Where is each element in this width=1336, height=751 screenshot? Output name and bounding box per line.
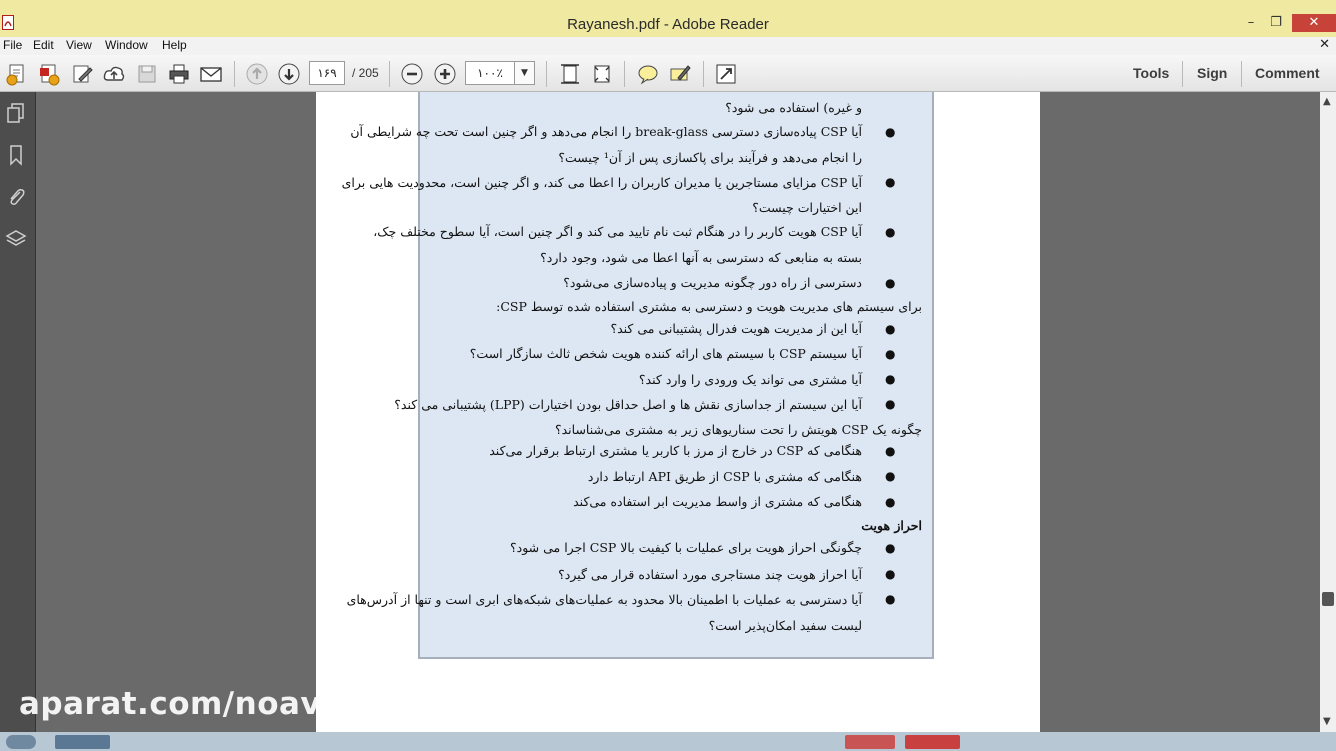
text-line: آیا این از مدیریت هویت فدرال پشتیبانی می…: [610, 321, 862, 336]
toolbar-separator: [546, 61, 547, 87]
next-page-icon[interactable]: [277, 62, 301, 86]
aparat-watermark: aparat.com/noava: [19, 686, 343, 722]
toolbar: ۱۶۹ / 205 ۱۰۰٪ ▼ Tools Sign Comment: [0, 55, 1336, 92]
bullet-icon: ●: [885, 541, 896, 555]
bullet-icon: ●: [885, 225, 896, 239]
export-pdf-icon[interactable]: [37, 62, 61, 86]
taskbar-app[interactable]: [55, 735, 110, 749]
scroll-down-arrow-icon[interactable]: ▼: [1323, 716, 1331, 727]
bullet-icon: ●: [885, 347, 896, 361]
scroll-up-arrow-icon[interactable]: ▲: [1323, 96, 1331, 107]
bullet-icon: ●: [885, 444, 896, 458]
bullet-icon: ●: [885, 469, 896, 483]
bullet-icon: ●: [885, 175, 896, 189]
toolbar-separator: [1241, 61, 1242, 87]
navigation-pane: [0, 92, 36, 732]
start-button[interactable]: [6, 735, 36, 749]
document-viewport[interactable]: و غیره) استفاده می شود؟ ● آیا CSP پیاده‌…: [37, 92, 1320, 732]
page-total-label: / 205: [352, 66, 379, 80]
bullet-icon: ●: [885, 125, 896, 139]
sticky-note-comment-icon[interactable]: [636, 62, 660, 86]
zoom-out-icon[interactable]: [400, 62, 424, 86]
toolbar-separator: [624, 61, 625, 87]
zoom-level-input[interactable]: ۱۰۰٪: [465, 61, 515, 85]
section-heading: احراز هویت: [861, 518, 922, 533]
text-line: و غیره) استفاده می شود؟: [725, 100, 862, 115]
bullet-icon: ●: [885, 322, 896, 336]
taskbar: [0, 732, 1336, 751]
print-icon[interactable]: [167, 62, 191, 86]
fit-width-icon[interactable]: [590, 62, 614, 86]
text-line: برای سیستم های مدیریت هویت و دسترسی به م…: [496, 299, 922, 314]
create-pdf-icon[interactable]: [5, 62, 29, 86]
bullet-icon: ●: [885, 372, 896, 386]
text-line: آیا CSP پیاده‌سازی دسترسی break-glass را…: [350, 124, 862, 139]
menu-view[interactable]: View: [66, 38, 92, 52]
menu-window[interactable]: Window: [105, 38, 148, 52]
text-line: هنگامی که مشتری از واسط مدیریت ابر استفا…: [573, 494, 862, 509]
text-line: آیا مشتری می تواند یک ورودی را وارد کند؟: [638, 372, 862, 387]
scrollbar-thumb[interactable]: [1322, 592, 1334, 606]
taskbar-app[interactable]: [905, 735, 960, 749]
question-box: و غیره) استفاده می شود؟ ● آیا CSP پیاده‌…: [342, 92, 934, 659]
window-title: Rayanesh.pdf - Adobe Reader: [567, 16, 769, 33]
vertical-scrollbar[interactable]: ▲ ▼: [1320, 92, 1336, 732]
sign-pane-link[interactable]: Sign: [1197, 65, 1227, 81]
menu-file[interactable]: File: [3, 38, 22, 52]
adobe-reader-window: Rayanesh.pdf - Adobe Reader – ❐ ✕ File E…: [0, 0, 1336, 751]
text-line: آیا CSP هویت کاربر را در هنگام ثبت نام ت…: [373, 224, 862, 239]
upload-cloud-icon[interactable]: [102, 62, 126, 86]
text-line: چگونگی احراز هویت برای عملیات با کیفیت ب…: [510, 540, 862, 555]
previous-page-icon[interactable]: [245, 62, 269, 86]
full-screen-icon[interactable]: [714, 62, 738, 86]
edit-pdf-icon[interactable]: [70, 62, 94, 86]
toolbar-separator: [234, 61, 235, 87]
text-line: هنگامی که مشتری با CSP از طریق API ارتبا…: [587, 469, 862, 484]
text-line: هنگامی که CSP در خارج از مرز با کاربر یا…: [489, 443, 862, 458]
toolbar-separator: [389, 61, 390, 87]
close-document-icon[interactable]: ✕: [1319, 37, 1330, 52]
bullet-icon: ●: [885, 276, 896, 290]
bullet-icon: ●: [885, 592, 896, 606]
title-bar: Rayanesh.pdf - Adobe Reader – ❐ ✕: [0, 0, 1336, 37]
text-line: آیا سیستم CSP با سیستم های ارائه کننده ه…: [469, 346, 862, 361]
layers-icon[interactable]: [5, 228, 27, 250]
text-line: آیا CSP مزایای مستاجرین یا مدیران کاربرا…: [341, 175, 862, 190]
text-line: این اختیارات چیست؟: [752, 200, 862, 215]
toolbar-separator: [703, 61, 704, 87]
tools-pane-link[interactable]: Tools: [1133, 65, 1169, 81]
text-line: لیست سفید امکان‌پذیر است؟: [708, 618, 862, 633]
maximize-button[interactable]: ❐: [1265, 14, 1287, 32]
text-line: آیا احراز هویت چند مستاجری مورد استفاده …: [558, 567, 862, 582]
page-thumbnails-icon[interactable]: [5, 102, 27, 124]
text-line: آیا دسترسی به عملیات با اطمینان بالا محد…: [346, 592, 862, 607]
toolbar-separator: [1182, 61, 1183, 87]
close-window-button[interactable]: ✕: [1292, 14, 1336, 32]
page-number-input[interactable]: ۱۶۹: [309, 61, 345, 85]
email-icon[interactable]: [199, 62, 223, 86]
text-line: را انجام می‌دهد و فرآیند برای پاکسازی پس…: [558, 150, 862, 165]
pdf-page: و غیره) استفاده می شود؟ ● آیا CSP پیاده‌…: [316, 92, 1040, 732]
highlight-text-icon[interactable]: [668, 62, 692, 86]
zoom-in-icon[interactable]: [433, 62, 457, 86]
text-line: آیا این سیستم از جداسازی نقش ها و اصل حد…: [394, 397, 862, 412]
text-line: چگونه یک CSP هویتش را تحت سناریوهای زیر …: [554, 422, 922, 437]
attachments-paperclip-icon[interactable]: [5, 186, 27, 208]
menu-help[interactable]: Help: [162, 38, 187, 52]
menu-edit[interactable]: Edit: [33, 38, 54, 52]
bullet-icon: ●: [885, 495, 896, 509]
bullet-icon: ●: [885, 567, 896, 581]
fit-page-icon[interactable]: [558, 62, 582, 86]
text-line: دسترسی از راه دور چگونه مدیریت و پیاده‌س…: [563, 275, 862, 290]
comment-pane-link[interactable]: Comment: [1255, 65, 1320, 81]
save-icon[interactable]: [135, 62, 159, 86]
menu-bar: File Edit View Window Help ✕: [0, 37, 1336, 55]
bookmarks-icon[interactable]: [5, 144, 27, 166]
zoom-dropdown-chevron-icon[interactable]: ▼: [515, 61, 535, 85]
bullet-icon: ●: [885, 397, 896, 411]
taskbar-app[interactable]: [845, 735, 895, 749]
text-line: بسته به منابعی که دسترسی به آنها اعطا می…: [540, 250, 862, 265]
minimize-button[interactable]: –: [1240, 14, 1262, 32]
